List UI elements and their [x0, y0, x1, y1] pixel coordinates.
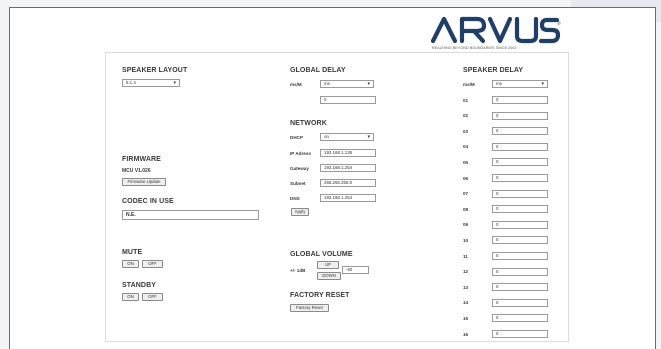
- speaker-delay-channel-label: 12: [463, 269, 469, 275]
- subnet-input[interactable]: 255.255.255.0: [320, 179, 376, 187]
- speaker-delay-title: SPEAKER DELAY: [463, 67, 524, 74]
- speaker-delay-channel-input[interactable]: 0: [492, 220, 548, 229]
- speaker-delay-channel-input[interactable]: 0: [492, 96, 548, 104]
- speaker-delay-channel-input[interactable]: 0: [492, 298, 548, 307]
- speaker-delay-channel-label: 07: [463, 191, 469, 197]
- global-delay-unit-value: ms: [324, 81, 330, 86]
- speaker-delay-channel-label: 15: [463, 315, 469, 321]
- speaker-delay-channel-label: 04: [463, 144, 469, 150]
- speaker-delay-channel-input[interactable]: 0: [492, 330, 548, 338]
- speaker-delay-channel-label: 03: [463, 128, 469, 134]
- codec-title: CODEC IN USE: [122, 198, 174, 205]
- speaker-delay-channel-label: 11: [463, 253, 468, 259]
- speaker-delay-channel-label: 08: [463, 206, 469, 212]
- speaker-delay-channel-input[interactable]: 0: [492, 267, 548, 276]
- speaker-delay-channel-input[interactable]: 0: [492, 189, 548, 198]
- apply-button[interactable]: Apply: [291, 208, 309, 216]
- speaker-delay-channel-label: 13: [463, 284, 469, 290]
- speaker-delay-unit-select[interactable]: ms ▾: [492, 80, 548, 88]
- standby-off-button[interactable]: OFF: [142, 293, 163, 301]
- mute-off-button[interactable]: OFF: [142, 260, 163, 268]
- speaker-delay-channel-input[interactable]: 0: [492, 236, 548, 245]
- dhcp-select[interactable]: on ▾: [320, 133, 374, 141]
- network-title: NETWORK: [290, 120, 327, 127]
- ip-label: IP Adress: [290, 151, 311, 156]
- chevron-down-icon: ▾: [173, 80, 176, 86]
- speaker-delay-channel-input[interactable]: 0: [492, 252, 548, 260]
- speaker-delay-channel-input[interactable]: 0: [492, 158, 548, 167]
- gateway-label: Gateway: [290, 166, 309, 171]
- firmware-version: MCU V1.026: [122, 168, 151, 174]
- speaker-delay-channel-label: 14: [463, 300, 469, 306]
- speaker-delay-channel-input[interactable]: 0: [492, 314, 548, 323]
- speaker-delay-unit-value: ms: [496, 81, 502, 86]
- mute-on-button[interactable]: ON: [122, 260, 139, 268]
- volume-up-button[interactable]: UP: [317, 261, 339, 269]
- standby-title: STANDBY: [122, 282, 157, 289]
- speaker-delay-channel-label: 16: [463, 331, 469, 337]
- logo-tagline: REACHING BEYOND BOUNDARIES SINCE 2002: [432, 46, 517, 50]
- chevron-down-icon: ▾: [367, 134, 370, 140]
- speaker-layout-select[interactable]: 5.1.4 ▾: [122, 79, 180, 87]
- speaker-delay-channel-input[interactable]: 0: [492, 283, 548, 292]
- speaker-delay-channel-input[interactable]: 0: [492, 174, 548, 182]
- dns-input[interactable]: 192.168.1.254: [320, 194, 376, 202]
- speaker-delay-channel-label: 01: [463, 97, 469, 103]
- global-delay-title: GLOBAL DELAY: [290, 67, 346, 74]
- settings-panel: SPEAKER LAYOUT 5.1.4 ▾ FIRMWARE MCU V1.0…: [105, 52, 569, 342]
- speaker-delay-unit-label: ms/M: [463, 82, 475, 87]
- mute-title: MUTE: [122, 249, 143, 256]
- speaker-delay-channel-label: 02: [463, 113, 469, 119]
- volume-input[interactable]: -60: [342, 266, 369, 274]
- global-delay-input[interactable]: 0: [320, 96, 376, 104]
- speaker-delay-channel-label: 10: [463, 237, 469, 243]
- factory-reset-button[interactable]: Factory Reset: [290, 304, 329, 312]
- speaker-delay-channel-input[interactable]: 0: [492, 127, 548, 136]
- global-delay-unit-select[interactable]: ms ▾: [320, 80, 374, 88]
- dhcp-label: DHCP: [290, 135, 304, 140]
- gateway-input[interactable]: 192.168.1.254: [320, 164, 376, 172]
- chevron-down-icon: ▾: [367, 81, 370, 87]
- codec-field[interactable]: N.E.: [122, 210, 259, 220]
- speaker-delay-channel-label: 06: [463, 175, 469, 181]
- firmware-title: FIRMWARE: [122, 156, 161, 163]
- firmware-update-button[interactable]: Firmware Update: [122, 178, 166, 186]
- settings-page: ® REACHING BEYOND BOUNDARIES SINCE 2002 …: [9, 7, 656, 349]
- speaker-delay-channel-input[interactable]: 0: [492, 205, 548, 214]
- chevron-down-icon: ▾: [541, 81, 544, 87]
- global-volume-title: GLOBAL VOLUME: [290, 251, 353, 258]
- dhcp-value: on: [324, 134, 329, 139]
- global-volume-label: +/- 1dB: [290, 268, 306, 273]
- ip-input[interactable]: 192.168.1.135: [320, 149, 376, 157]
- speaker-layout-value: 5.1.4: [126, 80, 136, 85]
- dns-label: DNS: [290, 196, 300, 201]
- volume-down-button[interactable]: DOWN: [317, 272, 341, 280]
- speaker-delay-channel-input[interactable]: 0: [492, 142, 548, 151]
- subnet-label: Subnet: [290, 181, 306, 186]
- speaker-layout-title: SPEAKER LAYOUT: [122, 67, 188, 74]
- global-delay-unit-label: ms/M: [290, 82, 302, 87]
- speaker-delay-channel-input[interactable]: 0: [492, 111, 548, 120]
- registered-mark: ®: [557, 21, 561, 27]
- speaker-delay-channel-label: 05: [463, 159, 469, 165]
- speaker-delay-channel-label: 09: [463, 222, 469, 228]
- arvus-logo-mark: [430, 16, 560, 44]
- factory-reset-title: FACTORY RESET: [290, 292, 350, 299]
- standby-on-button[interactable]: ON: [122, 293, 139, 301]
